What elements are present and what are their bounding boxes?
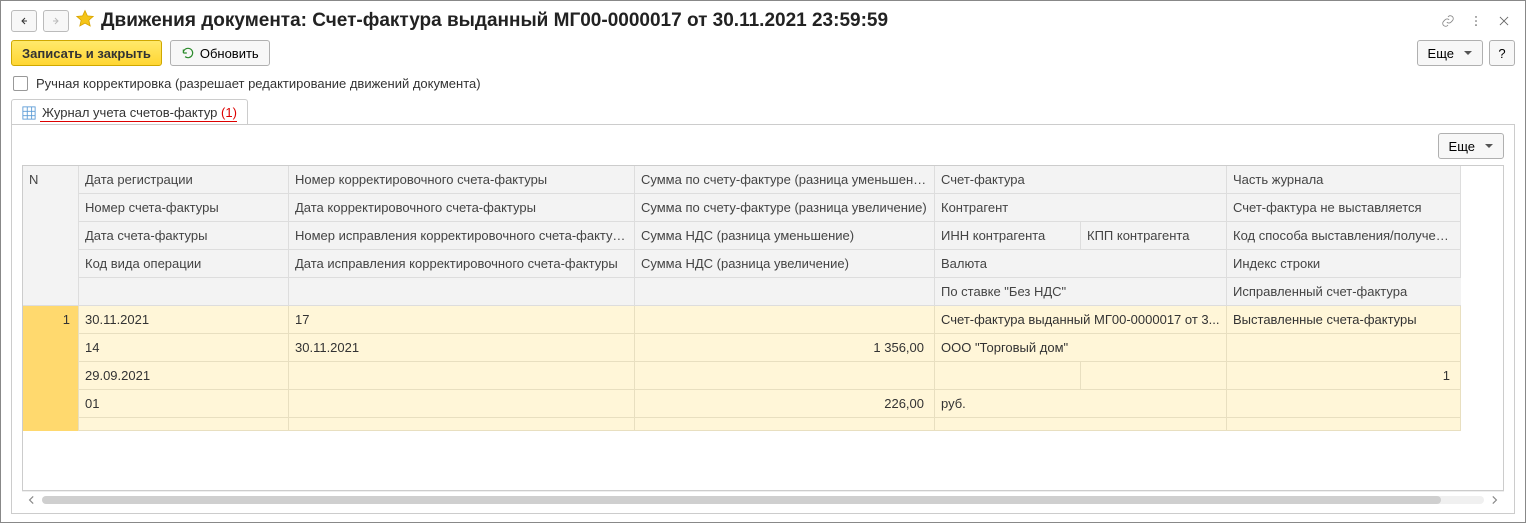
refresh-button[interactable]: Обновить [170,40,270,66]
col-header: Счет-фактура не выставляется [1227,194,1461,222]
refresh-label: Обновить [200,46,259,61]
caret-right-icon [1488,494,1500,506]
col-header: Контрагент [935,194,1227,222]
col-header: Дата исправления корректировочного счета… [289,250,635,278]
col-header: Сумма НДС (разница уменьшение) [635,222,935,250]
cell: ООО "Торговый дом" [935,334,1227,362]
col-header: Номер исправления корректировочного счет… [289,222,635,250]
cell [1081,362,1227,390]
col-header: Сумма по счету-фактуре (разница увеличен… [635,194,935,222]
cell [1227,334,1461,362]
col-header: Номер корректировочного счета-фактуры [289,166,635,194]
col-header: Дата счета-фактуры [79,222,289,250]
cell: 1 [1227,362,1461,390]
arrow-right-icon [50,15,62,27]
cell: 17 [289,306,635,334]
favorite-star-icon[interactable] [75,9,95,32]
cell [289,418,635,431]
caret-left-icon [26,494,38,506]
cell: Счет-фактура выданный МГ00-0000017 от 3.… [935,306,1227,334]
link-icon [1441,14,1455,28]
col-header: Сумма НДС (разница увеличение) [635,250,935,278]
horizontal-scrollbar[interactable] [22,491,1504,507]
forward-button[interactable] [43,10,69,32]
refresh-icon [181,46,195,60]
cell: 29.09.2021 [79,362,289,390]
col-header [289,278,635,306]
col-header [79,278,289,306]
col-header: Валюта [935,250,1227,278]
cell: 226,00 [635,390,935,418]
panel-more-button[interactable]: Еще [1438,133,1504,159]
cell [935,362,1081,390]
cell [635,306,935,334]
cell [79,418,289,431]
col-header: Код способа выставления/получения [1227,222,1461,250]
arrow-left-icon [18,15,30,27]
cell [635,418,935,431]
col-header: Часть журнала [1227,166,1461,194]
cell: 1 356,00 [635,334,935,362]
invoice-journal-table[interactable]: N Дата регистрации Номер корректировочно… [22,165,1504,491]
cell: руб. [935,390,1227,418]
cell-n: 1 [23,306,79,431]
link-button[interactable] [1437,10,1459,32]
close-icon [1497,14,1511,28]
col-header [635,278,935,306]
scroll-left-button[interactable] [26,494,38,506]
help-button[interactable]: ? [1489,40,1515,66]
manual-correction-checkbox[interactable] [13,76,28,91]
col-header: Индекс строки [1227,250,1461,278]
cell: 30.11.2021 [289,334,635,362]
manual-correction-label: Ручная корректировка (разрешает редактир… [36,76,481,91]
cell [1227,390,1461,418]
col-header: Дата регистрации [79,166,289,194]
cell: 30.11.2021 [79,306,289,334]
dots-vertical-icon [1469,14,1483,28]
close-button[interactable] [1493,10,1515,32]
col-header-n: N [23,166,79,306]
more-button[interactable]: Еще [1417,40,1483,66]
cell: 01 [79,390,289,418]
table-row[interactable]: 1 30.11.2021 17 Счет-фактура выданный МГ… [23,306,1503,431]
col-header: Счет-фактура [935,166,1227,194]
col-header: Номер счета-фактуры [79,194,289,222]
cell: Выставленные счета-фактуры [1227,306,1461,334]
col-header: ИНН контрагента [935,222,1081,250]
tab-invoice-journal[interactable]: Журнал учета счетов-фактур (1) [11,99,248,124]
col-header: Сумма по счету-фактуре (разница уменьшен… [635,166,935,194]
scroll-track[interactable] [42,496,1484,504]
col-header: КПП контрагента [1081,222,1227,250]
save-and-close-button[interactable]: Записать и закрыть [11,40,162,66]
cell [1227,418,1461,431]
table-grid-icon [22,106,36,120]
cell [935,418,1227,431]
back-button[interactable] [11,10,37,32]
col-header: Код вида операции [79,250,289,278]
scroll-right-button[interactable] [1488,494,1500,506]
cell: 14 [79,334,289,362]
cell [635,362,935,390]
kebab-menu-button[interactable] [1465,10,1487,32]
tab-label: Журнал учета счетов-фактур (1) [42,105,237,120]
scroll-thumb[interactable] [42,496,1441,504]
cell [289,362,635,390]
col-header: Дата корректировочного счета-фактуры [289,194,635,222]
window-title: Движения документа: Счет-фактура выданны… [101,10,888,32]
col-header: Исправленный счет-фактура [1227,278,1461,306]
cell [289,390,635,418]
col-header: По ставке "Без НДС" [935,278,1227,306]
